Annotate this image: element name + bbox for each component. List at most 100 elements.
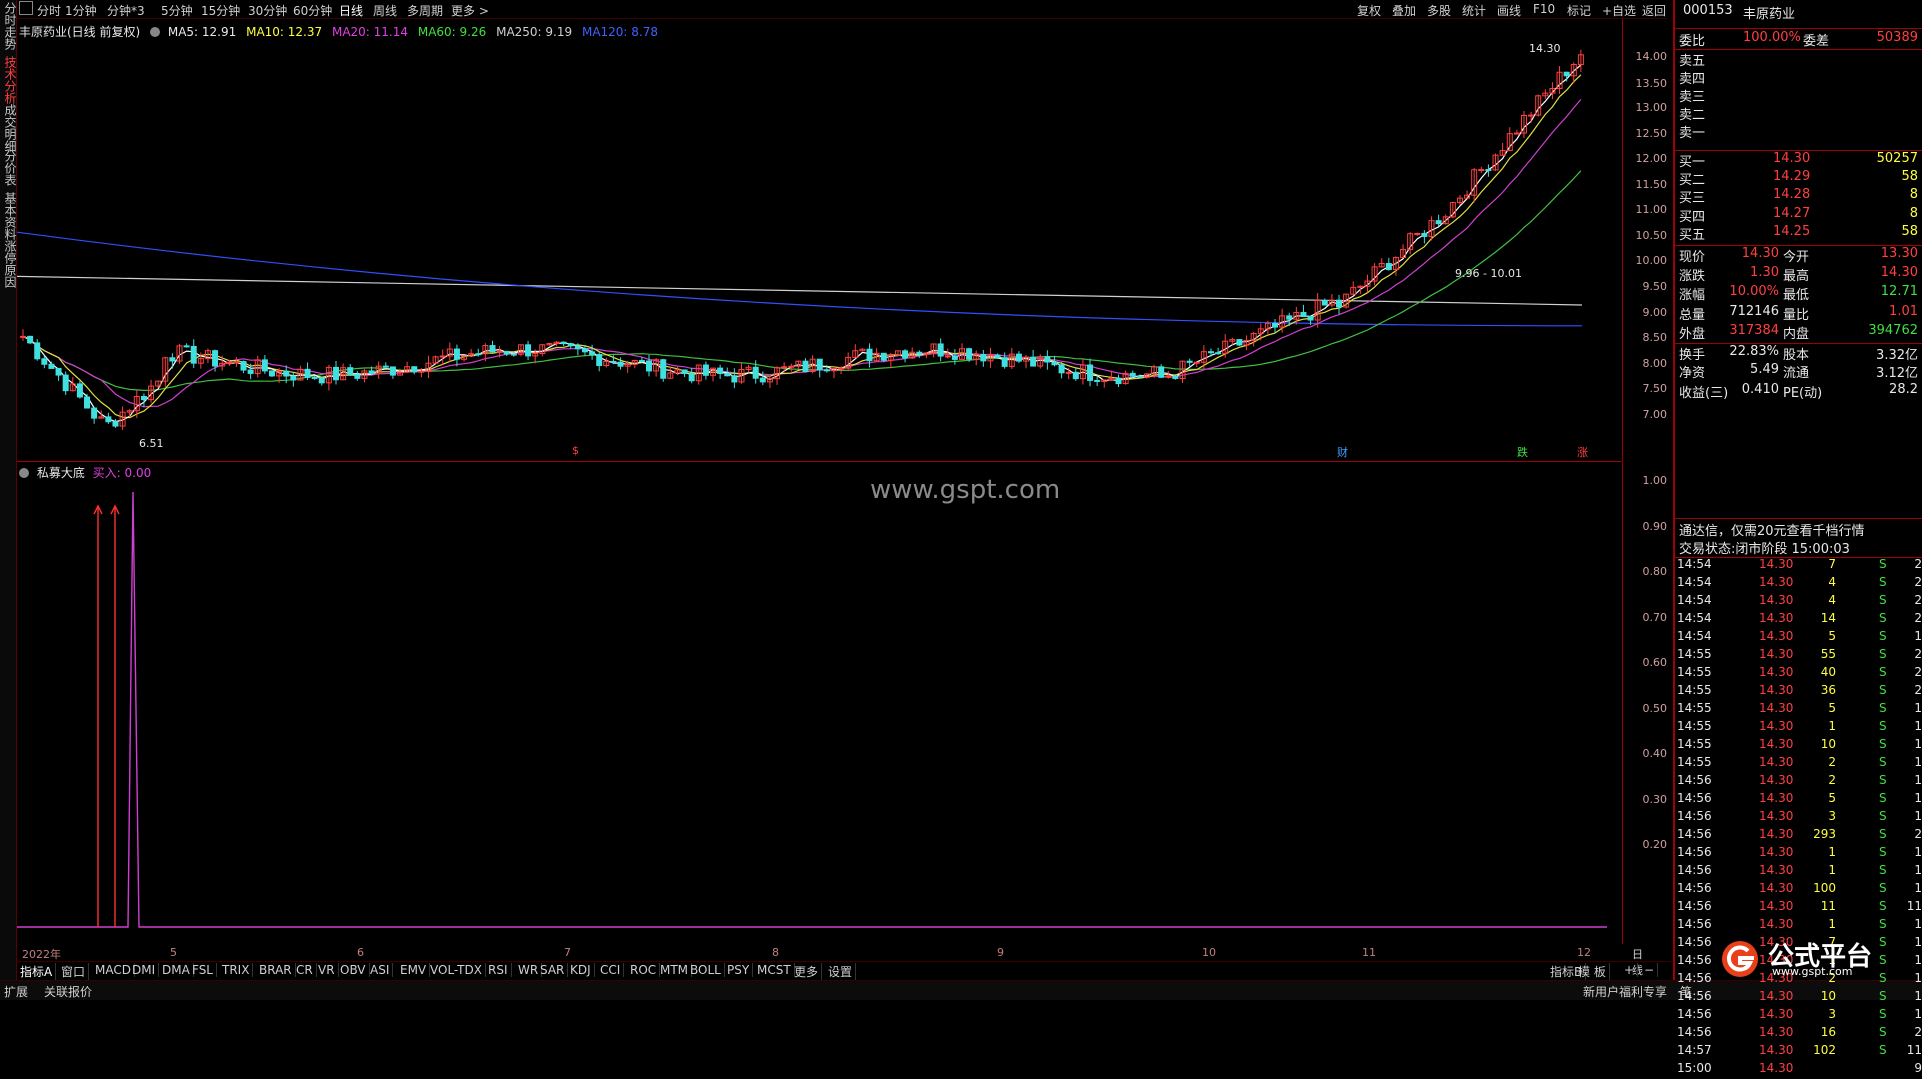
notice-text[interactable]: 通达信，仅需20元查看千档行情 [1679,520,1865,539]
stat-value: 317384 [1729,323,1779,338]
indicator-tab[interactable]: KDJ [567,963,595,977]
draw-line-button[interactable]: 画线 [1497,2,1521,19]
candle-body [489,345,496,353]
multi-stock-button[interactable]: 多股 [1427,2,1451,19]
tick-time: 14:54 [1677,593,1712,607]
tab-intraday[interactable]: 分时走势 [0,2,17,50]
indicator-tab[interactable]: ROC [627,963,661,977]
high-annotation: 14.30 [1529,42,1561,55]
order-ratio-label: 委比 [1679,34,1706,49]
sell-level-row: 卖一 [1675,122,1922,141]
indicator-tab[interactable]: RSI [485,963,512,977]
tab-price-table[interactable]: 分价表 [0,150,17,186]
indicator-tab[interactable]: EMV [397,963,431,977]
indicator-tab[interactable]: 设置 [825,963,857,980]
tick-time: 14:56 [1677,791,1712,805]
period-5min[interactable]: 5分钟 [161,2,193,19]
candle-body [681,369,688,375]
statistics-button[interactable]: 统计 [1462,2,1486,19]
trade-state-row: 交易状态:闭市阶段 15:00:03 [1675,538,1922,558]
indicator-tab[interactable]: BRAR [256,963,296,977]
tick-price: 14.30 [1759,557,1794,571]
new-user-promo-link[interactable]: 新用户福利专享 [1583,983,1667,1000]
period-min-x3[interactable]: 分钟*3 [107,2,145,19]
candle-body [567,343,574,347]
candlestick-chart-panel[interactable]: 丰原药业(日线 前复权) MA5: 12.91 MA10: 12.37 MA20… [17,19,1622,462]
candle-body [660,359,667,379]
indicator-tab[interactable]: CCI [597,963,625,977]
indicator-tab[interactable]: TRIX [219,963,254,977]
tick-volume: 5 [1828,701,1836,715]
candle-body [290,375,297,381]
adjust-button[interactable]: 复权 [1357,2,1381,19]
tab-basic-info[interactable]: 基本资料 [0,192,17,240]
indicator-tab[interactable]: ASI [367,963,394,977]
tab-limit-up-reason[interactable]: 涨停原因 [0,240,17,288]
tick-row: 14:54 14.30 14 S 2 [1675,611,1922,629]
buy-level-price: 14.30 [1773,151,1811,166]
indicator-tab[interactable]: PSY [724,963,754,977]
period-1min[interactable]: 1分钟 [65,2,97,19]
overlay-button[interactable]: 叠加 [1392,2,1416,19]
date-tick: 5 [170,946,177,959]
indicator-tab[interactable]: 指标A [17,963,57,980]
indicator-tab[interactable]: SAR [537,963,569,977]
event-mark-up[interactable]: 涨 [1577,444,1588,460]
candle-body [212,350,219,367]
stat-value: 712146 [1729,303,1779,319]
indicator-tab[interactable]: FSL [189,963,217,977]
indicator-tab-right[interactable]: + [1621,963,1639,977]
stat-row: 净资 5.49 流通 3.12亿 [1675,362,1922,381]
period-intraday[interactable]: 分时 [37,2,61,19]
stat-label: 现价 [1679,250,1706,265]
buy-level-label: 买四 [1679,209,1706,225]
candle-body [1563,71,1570,77]
indicator-tab[interactable]: OBV [337,963,370,977]
linked-quote-button[interactable]: 关联报价 [44,983,92,1000]
tick-time: 14:56 [1677,863,1712,877]
tick-volume: 1 [1828,845,1836,859]
event-mark-finance[interactable]: 财 [1337,444,1348,460]
period-30min[interactable]: 30分钟 [248,2,287,19]
indicator-tab[interactable]: VR [315,963,339,977]
indicator-panel[interactable]: 私募大底 买入: 0.00 [17,462,1622,944]
indicator-tab[interactable]: VOL-TDX [427,963,486,977]
indicator-tab-right[interactable]: 模 板 [1575,963,1610,980]
period-15min[interactable]: 15分钟 [201,2,240,19]
menu-icon[interactable] [19,1,33,15]
tab-technical-analysis[interactable]: 技术分析 [0,56,17,104]
notice-row[interactable]: 通达信，仅需20元查看千档行情 [1675,518,1922,539]
indicator-tab[interactable]: 窗口 [58,963,90,980]
period-more[interactable]: 更多 > [451,2,489,19]
indicator-tab[interactable]: CR [293,963,317,977]
candle-body [525,344,532,357]
mark-button[interactable]: 标记 [1567,2,1591,19]
tick-row: 14:54 14.30 4 S 2 [1675,593,1922,611]
candle-body [902,350,909,359]
price-tick: 11.50 [1635,178,1668,191]
tick-row: 14:56 14.30 5 S 1 [1675,791,1922,809]
event-mark-down[interactable]: 跌 [1517,444,1528,460]
price-tick: 11.00 [1635,203,1668,216]
buy-level-row: 买五 14.25 58 [1675,224,1922,243]
indicator-tab[interactable]: 更多 [791,963,823,980]
event-mark-dollar[interactable]: $ [572,444,579,457]
indicator-tab[interactable]: DMI [129,963,160,977]
date-tick: 11 [1362,946,1376,959]
buy-level-volume: 58 [1901,168,1918,184]
tab-trade-details[interactable]: 成交明细 [0,104,17,152]
add-favorite-button[interactable]: +自选 [1602,2,1636,19]
period-weekly[interactable]: 周线 [373,2,397,19]
indicator-tab[interactable]: BOLL [687,963,725,977]
back-button[interactable]: 返回 [1642,2,1666,19]
stat-label: PE(动) [1783,385,1823,401]
f10-button[interactable]: F10 [1533,2,1555,16]
period-multi[interactable]: 多周期 [407,2,443,19]
price-tick: 12.50 [1635,127,1668,140]
period-daily[interactable]: 日线 [339,2,363,19]
period-60min[interactable]: 60分钟 [293,2,332,19]
expand-button[interactable]: 扩展 [4,983,28,1000]
indicator-tab[interactable]: MCST [754,963,795,977]
indicator-tab-right[interactable]: − [1641,963,1659,977]
tick-time: 14:56 [1677,827,1712,841]
